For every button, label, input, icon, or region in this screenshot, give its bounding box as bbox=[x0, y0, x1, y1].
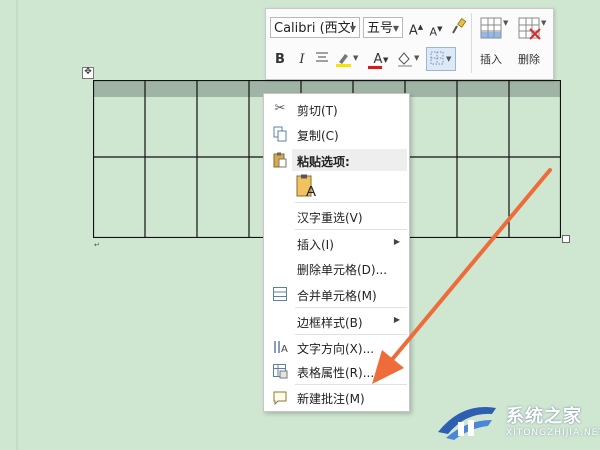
watermark-logo: 系统之家 XITONGZHIJIA.NET bbox=[432, 398, 600, 448]
watermark-title: 系统之家 bbox=[506, 406, 582, 427]
watermark-subtitle: XITONGZHIJIA.NET bbox=[506, 428, 600, 438]
house-logo-icon bbox=[438, 407, 496, 440]
annotation-arrow bbox=[372, 168, 552, 384]
